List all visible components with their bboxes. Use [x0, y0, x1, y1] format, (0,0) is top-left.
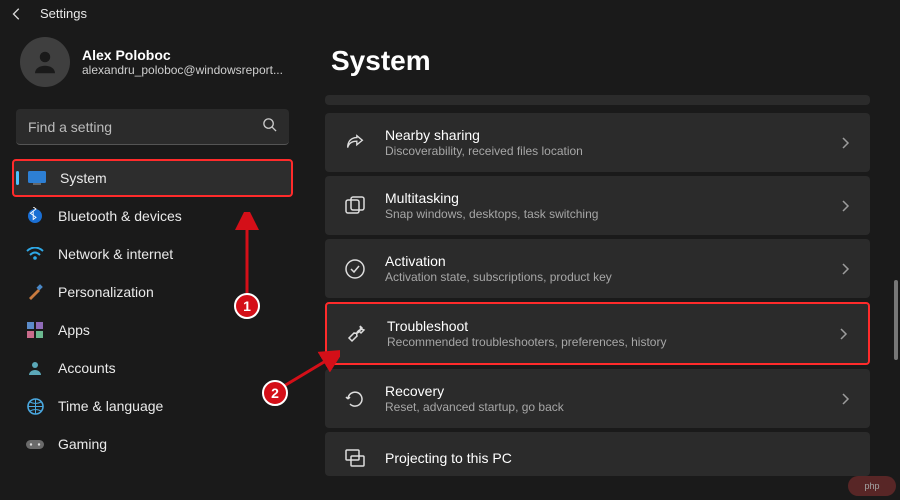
section-multitasking[interactable]: Multitasking Snap windows, desktops, tas…: [325, 176, 870, 235]
search-icon: [262, 117, 277, 137]
bluetooth-icon: [26, 207, 44, 225]
search-box[interactable]: [16, 109, 289, 145]
scrollbar[interactable]: [894, 280, 898, 360]
section-title: Projecting to this PC: [385, 450, 852, 466]
section-row-partial-top[interactable]: [325, 95, 870, 105]
wifi-icon: [26, 245, 44, 263]
search-input[interactable]: [28, 119, 262, 135]
sidebar-item-gaming[interactable]: Gaming: [12, 425, 293, 463]
project-icon: [343, 446, 367, 470]
section-troubleshoot[interactable]: Troubleshoot Recommended troubleshooters…: [325, 302, 870, 365]
section-subtitle: Reset, advanced startup, go back: [385, 400, 820, 414]
multitask-icon: [343, 194, 367, 218]
section-subtitle: Snap windows, desktops, task switching: [385, 207, 820, 221]
system-icon: [28, 169, 46, 187]
sidebar-item-label: Personalization: [58, 284, 154, 300]
wrench-icon: [345, 322, 369, 346]
sidebar-item-time-language[interactable]: Time & language: [12, 387, 293, 425]
brush-icon: [26, 283, 44, 301]
chevron-right-icon: [838, 392, 852, 406]
page-title: System: [331, 45, 870, 77]
sidebar-item-label: Bluetooth & devices: [58, 208, 182, 224]
chevron-right-icon: [838, 136, 852, 150]
sidebar-item-network[interactable]: Network & internet: [12, 235, 293, 273]
back-button[interactable]: [10, 7, 24, 21]
chevron-right-icon: [838, 262, 852, 276]
gamepad-icon: [26, 435, 44, 453]
sidebar-item-apps[interactable]: Apps: [12, 311, 293, 349]
avatar: [20, 37, 70, 87]
section-title: Activation: [385, 253, 820, 269]
sidebar-item-label: System: [60, 170, 107, 186]
chevron-right-icon: [836, 327, 850, 341]
sidebar-item-label: Time & language: [58, 398, 163, 414]
sidebar-item-label: Accounts: [58, 360, 116, 376]
section-title: Multitasking: [385, 190, 820, 206]
section-subtitle: Activation state, subscriptions, product…: [385, 270, 820, 284]
section-title: Nearby sharing: [385, 127, 820, 143]
sidebar: Alex Poloboc alexandru_poloboc@windowsre…: [0, 27, 305, 476]
content-area: System Nearby sharing Discoverability, r…: [305, 27, 900, 476]
section-projecting[interactable]: Projecting to this PC: [325, 432, 870, 476]
sidebar-item-bluetooth[interactable]: Bluetooth & devices: [12, 197, 293, 235]
profile-block[interactable]: Alex Poloboc alexandru_poloboc@windowsre…: [12, 27, 293, 103]
section-subtitle: Recommended troubleshooters, preferences…: [387, 335, 818, 349]
profile-email: alexandru_poloboc@windowsreport...: [82, 63, 283, 77]
section-activation[interactable]: Activation Activation state, subscriptio…: [325, 239, 870, 298]
watermark: php: [848, 476, 896, 496]
profile-name: Alex Poloboc: [82, 47, 283, 63]
sidebar-item-personalization[interactable]: Personalization: [12, 273, 293, 311]
clock-globe-icon: [26, 397, 44, 415]
window-title: Settings: [40, 6, 87, 21]
person-icon: [26, 359, 44, 377]
sidebar-item-label: Network & internet: [58, 246, 173, 262]
section-recovery[interactable]: Recovery Reset, advanced startup, go bac…: [325, 369, 870, 428]
check-circle-icon: [343, 257, 367, 281]
section-subtitle: Discoverability, received files location: [385, 144, 820, 158]
chevron-right-icon: [838, 199, 852, 213]
sidebar-item-label: Gaming: [58, 436, 107, 452]
sidebar-item-label: Apps: [58, 322, 90, 338]
sidebar-item-accounts[interactable]: Accounts: [12, 349, 293, 387]
section-title: Recovery: [385, 383, 820, 399]
sidebar-item-system[interactable]: System: [12, 159, 293, 197]
apps-icon: [26, 321, 44, 339]
recovery-icon: [343, 387, 367, 411]
section-title: Troubleshoot: [387, 318, 818, 334]
section-nearby-sharing[interactable]: Nearby sharing Discoverability, received…: [325, 113, 870, 172]
share-icon: [343, 131, 367, 155]
